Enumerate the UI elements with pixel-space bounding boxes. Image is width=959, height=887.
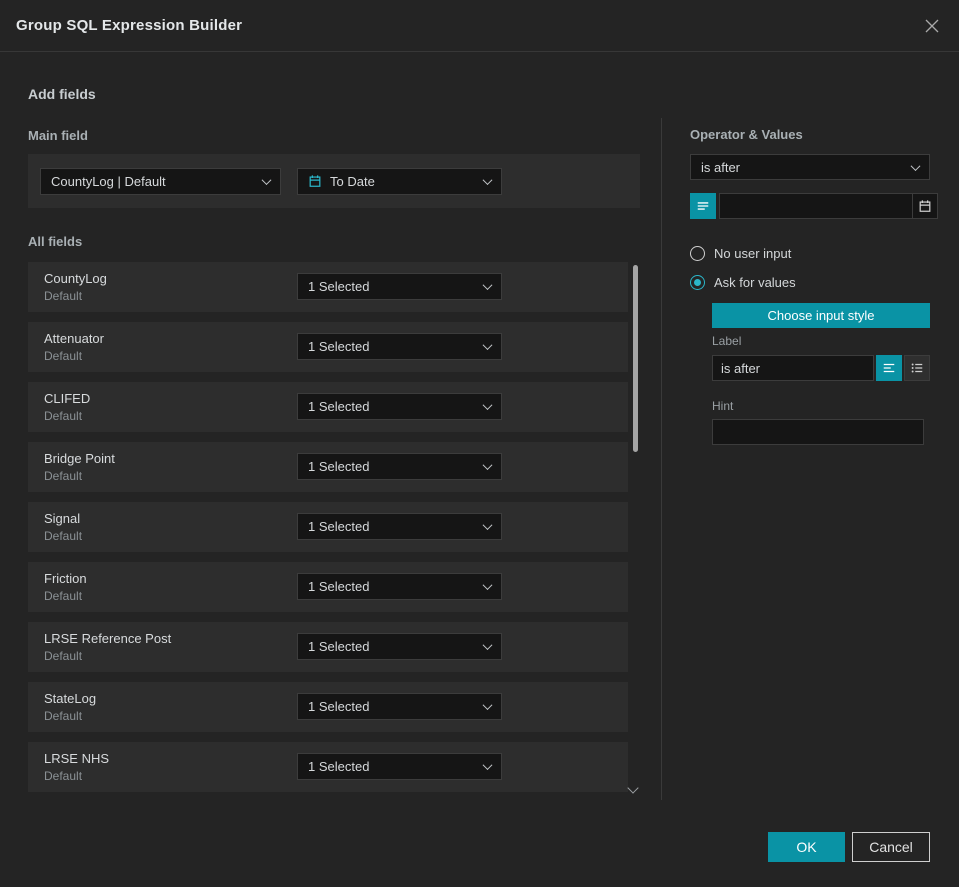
dropdown-value: 1 Selected — [308, 759, 370, 774]
dropdown-value: 1 Selected — [308, 639, 370, 654]
radio-selected-icon — [690, 275, 705, 290]
add-fields-heading: Add fields — [28, 86, 96, 102]
all-fields-list: CountyLog Default 1 Selected Attenuator … — [28, 262, 640, 802]
hint-caption: Hint — [712, 399, 734, 413]
dialog-header: Group SQL Expression Builder — [0, 0, 959, 52]
list-style-button[interactable] — [904, 355, 930, 381]
calendar-icon — [309, 175, 321, 187]
chevron-down-icon — [482, 760, 493, 771]
chevron-down-icon — [482, 280, 493, 291]
dropdown-value: 1 Selected — [308, 339, 370, 354]
field-row: Signal Default 1 Selected — [28, 502, 628, 552]
input-type-button[interactable] — [690, 193, 716, 219]
value-input-row — [690, 193, 938, 219]
dialog-title: Group SQL Expression Builder — [16, 17, 243, 34]
input-type-icon — [697, 202, 709, 210]
date-picker-button[interactable] — [912, 193, 938, 219]
field-row: CLIFED Default 1 Selected — [28, 382, 628, 432]
chevron-down-icon — [482, 700, 493, 711]
dropdown-value: 1 Selected — [308, 279, 370, 294]
ok-button[interactable]: OK — [768, 832, 845, 862]
field-row: LRSE Reference Post Default 1 Selected — [28, 622, 628, 672]
main-field-select-value: CountyLog | Default — [51, 173, 166, 189]
vertical-divider — [661, 118, 662, 800]
field-row: StateLog Default 1 Selected — [28, 682, 628, 732]
operator-select-value: is after — [701, 159, 741, 175]
cancel-button[interactable]: Cancel — [852, 832, 930, 862]
ask-for-values-label: Ask for values — [714, 275, 796, 290]
chevron-down-icon — [482, 640, 493, 651]
field-selection-dropdown[interactable]: 1 Selected — [297, 573, 502, 600]
field-selection-dropdown[interactable]: 1 Selected — [297, 513, 502, 540]
chevron-down-icon — [482, 400, 493, 411]
operator-select[interactable]: is after — [690, 154, 930, 180]
field-selection-dropdown[interactable]: 1 Selected — [297, 693, 502, 720]
dropdown-value: 1 Selected — [308, 579, 370, 594]
main-field-panel: CountyLog | Default To Date — [28, 154, 640, 208]
field-selection-dropdown[interactable]: 1 Selected — [297, 333, 502, 360]
align-left-icon — [883, 363, 895, 373]
field-selection-dropdown[interactable]: 1 Selected — [297, 633, 502, 660]
field-selection-dropdown[interactable]: 1 Selected — [297, 393, 502, 420]
main-field-select[interactable]: CountyLog | Default — [40, 167, 281, 195]
operator-values-heading: Operator & Values — [690, 127, 803, 142]
field-selection-dropdown[interactable]: 1 Selected — [297, 753, 502, 780]
chevron-down-icon — [482, 174, 493, 185]
chevron-down-icon — [261, 174, 272, 185]
chevron-down-icon — [482, 520, 493, 531]
dropdown-value: 1 Selected — [308, 519, 370, 534]
label-input[interactable] — [712, 355, 874, 381]
dropdown-value: 1 Selected — [308, 699, 370, 714]
main-field-label: Main field — [28, 128, 88, 143]
date-value-input[interactable] — [719, 193, 912, 219]
choose-input-style-button[interactable]: Choose input style — [712, 303, 930, 328]
hint-input[interactable] — [712, 419, 924, 445]
field-row: Friction Default 1 Selected — [28, 562, 628, 612]
no-user-input-label: No user input — [714, 246, 792, 261]
list-icon — [911, 363, 923, 373]
chevron-down-icon — [482, 460, 493, 471]
label-caption: Label — [712, 334, 742, 348]
label-input-row — [712, 355, 930, 381]
field-row: LRSE NHS Default 1 Selected — [28, 742, 628, 792]
field-row: Attenuator Default 1 Selected — [28, 322, 628, 372]
close-button[interactable] — [921, 15, 943, 37]
field-selection-dropdown[interactable]: 1 Selected — [297, 273, 502, 300]
scrollbar-thumb[interactable] — [633, 265, 638, 452]
dropdown-value: 1 Selected — [308, 399, 370, 414]
field-selection-dropdown[interactable]: 1 Selected — [297, 453, 502, 480]
dropdown-value: 1 Selected — [308, 459, 370, 474]
calendar-icon — [919, 200, 931, 212]
field-row: CountyLog Default 1 Selected — [28, 262, 628, 312]
date-field-select[interactable]: To Date — [297, 167, 502, 195]
close-icon — [925, 19, 939, 32]
ask-for-values-option[interactable]: Ask for values — [690, 275, 796, 290]
radio-unselected-icon — [690, 246, 705, 261]
chevron-down-icon — [910, 160, 921, 171]
all-fields-label: All fields — [28, 234, 83, 249]
date-value-wrap — [719, 193, 938, 219]
date-field-select-value: To Date — [330, 173, 375, 189]
chevron-down-icon — [482, 580, 493, 591]
single-line-style-button[interactable] — [876, 355, 902, 381]
chevron-down-icon — [482, 340, 493, 351]
field-row: Bridge Point Default 1 Selected — [28, 442, 628, 492]
no-user-input-option[interactable]: No user input — [690, 246, 791, 261]
